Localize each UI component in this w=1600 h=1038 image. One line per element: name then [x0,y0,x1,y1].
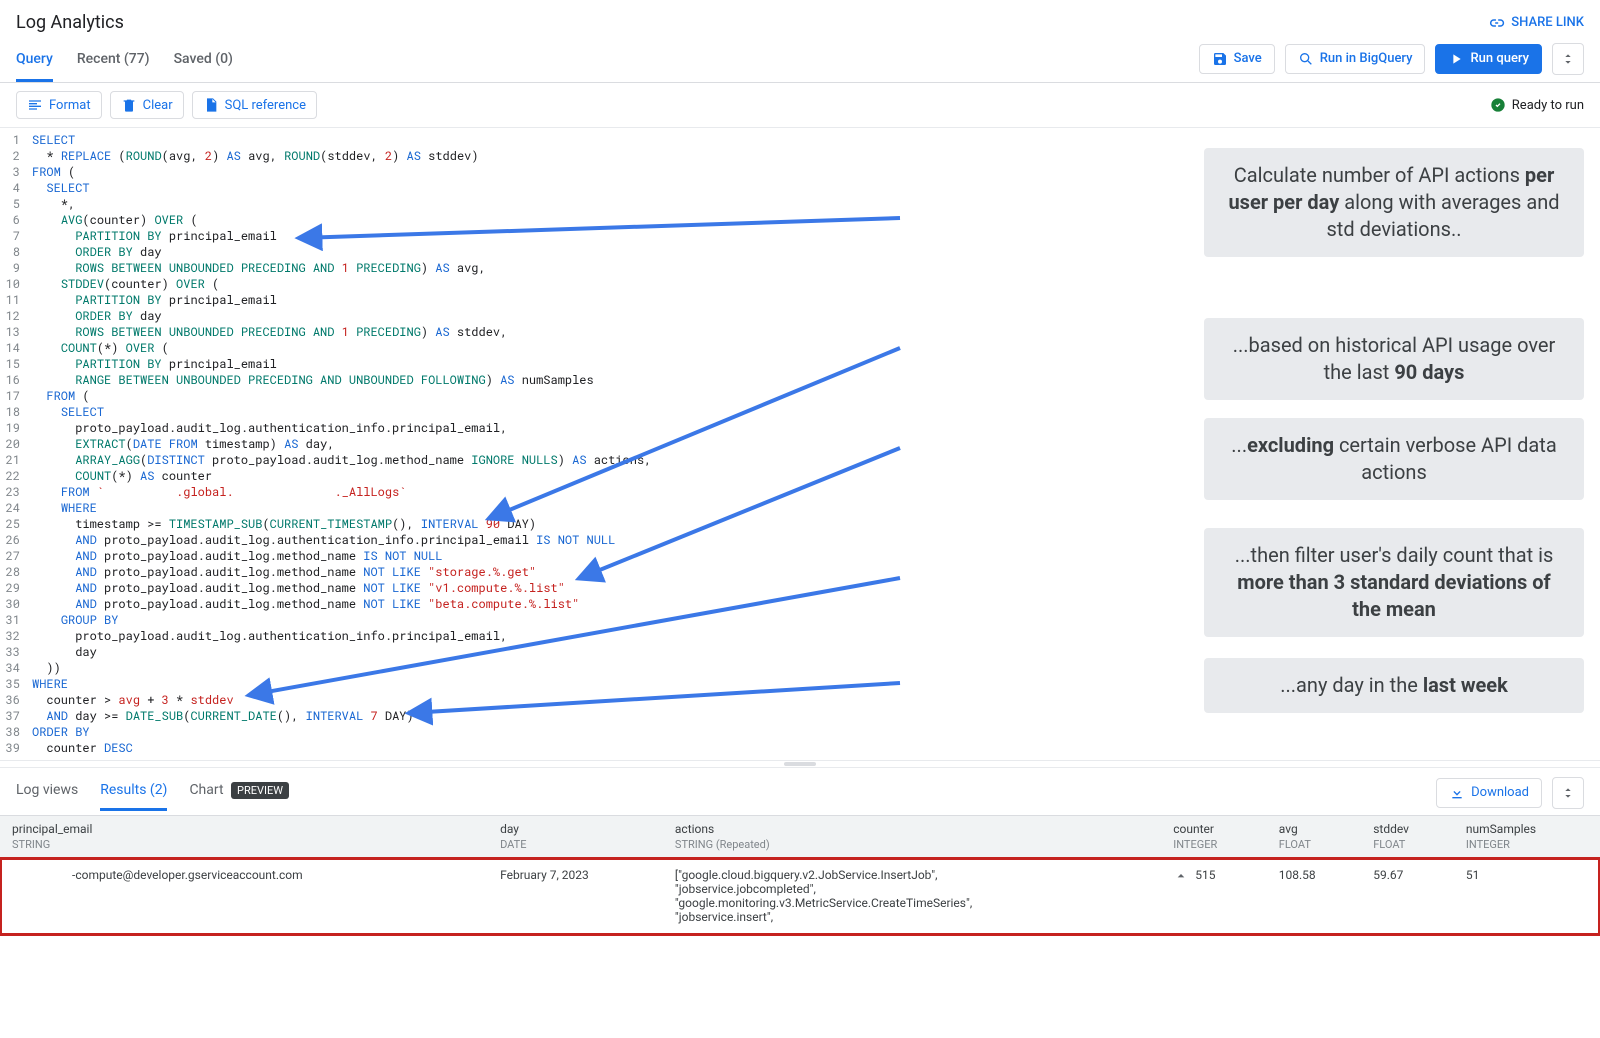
column-header[interactable]: principal_emailSTRING [0,816,488,858]
code-area[interactable]: SELECT * REPLACE (ROUND(avg, 2) AS avg, … [28,128,1600,760]
drag-handle[interactable] [0,760,1600,768]
results-table: principal_emailSTRINGdayDATEactionsSTRIN… [0,815,1600,935]
column-header[interactable]: dayDATE [488,816,663,858]
expand-toggle-button[interactable] [1552,43,1584,75]
format-icon [27,97,43,113]
preview-badge: PREVIEW [231,782,289,799]
column-header[interactable]: stddevFLOAT [1361,816,1454,858]
bigquery-icon [1298,51,1314,67]
tab-query[interactable]: Query [16,41,53,82]
play-icon [1448,51,1464,67]
sql-editor-wrap: 1234567891011121314151617181920212223242… [0,127,1600,760]
clear-button[interactable]: Clear [110,91,184,119]
column-header[interactable]: numSamplesINTEGER [1454,816,1600,858]
query-status: Ready to run [1490,97,1584,113]
column-header[interactable]: counterINTEGER [1161,816,1267,858]
tab-chart[interactable]: Chart PREVIEW [189,774,289,811]
format-button[interactable]: Format [16,91,102,119]
tab-recent[interactable]: Recent (77) [77,41,150,82]
chevron-up-icon [1173,868,1189,884]
column-header[interactable]: avgFLOAT [1267,816,1361,858]
column-header[interactable]: actionsSTRING (Repeated) [663,816,1161,858]
unfold-icon [1560,785,1576,801]
tab-logviews[interactable]: Log views [16,774,78,811]
results-tabbar: Log views Results (2) Chart PREVIEW Down… [0,768,1600,811]
doc-icon [203,97,219,113]
tab-bar: Query Recent (77) Saved (0) Save Run in … [0,41,1600,83]
run-query-button[interactable]: Run query [1435,44,1542,74]
sql-editor[interactable]: 1234567891011121314151617181920212223242… [0,128,1600,760]
page-title: Log Analytics [16,12,124,33]
save-icon [1212,51,1228,67]
share-link-button[interactable]: SHARE LINK [1487,14,1584,32]
save-button[interactable]: Save [1199,44,1275,74]
tab-results[interactable]: Results (2) [100,774,167,811]
results-header-row: principal_emailSTRINGdayDATEactionsSTRIN… [0,816,1600,858]
share-link-label: SHARE LINK [1511,15,1584,30]
link-icon [1487,14,1505,32]
results-expand-button[interactable] [1552,777,1584,809]
unfold-icon [1560,51,1576,67]
download-icon [1449,785,1465,801]
download-button[interactable]: Download [1436,778,1542,808]
editor-toolbar: Format Clear SQL reference Ready to run [0,83,1600,127]
table-row[interactable]: -compute@developer.gserviceaccount.comFe… [0,858,1600,935]
trash-icon [121,97,137,113]
sql-reference-button[interactable]: SQL reference [192,91,317,119]
line-gutter: 1234567891011121314151617181920212223242… [0,128,28,760]
page-header: Log Analytics SHARE LINK [0,0,1600,41]
check-circle-icon [1490,97,1506,113]
tab-saved[interactable]: Saved (0) [174,41,233,82]
run-bigquery-button[interactable]: Run in BigQuery [1285,44,1426,74]
